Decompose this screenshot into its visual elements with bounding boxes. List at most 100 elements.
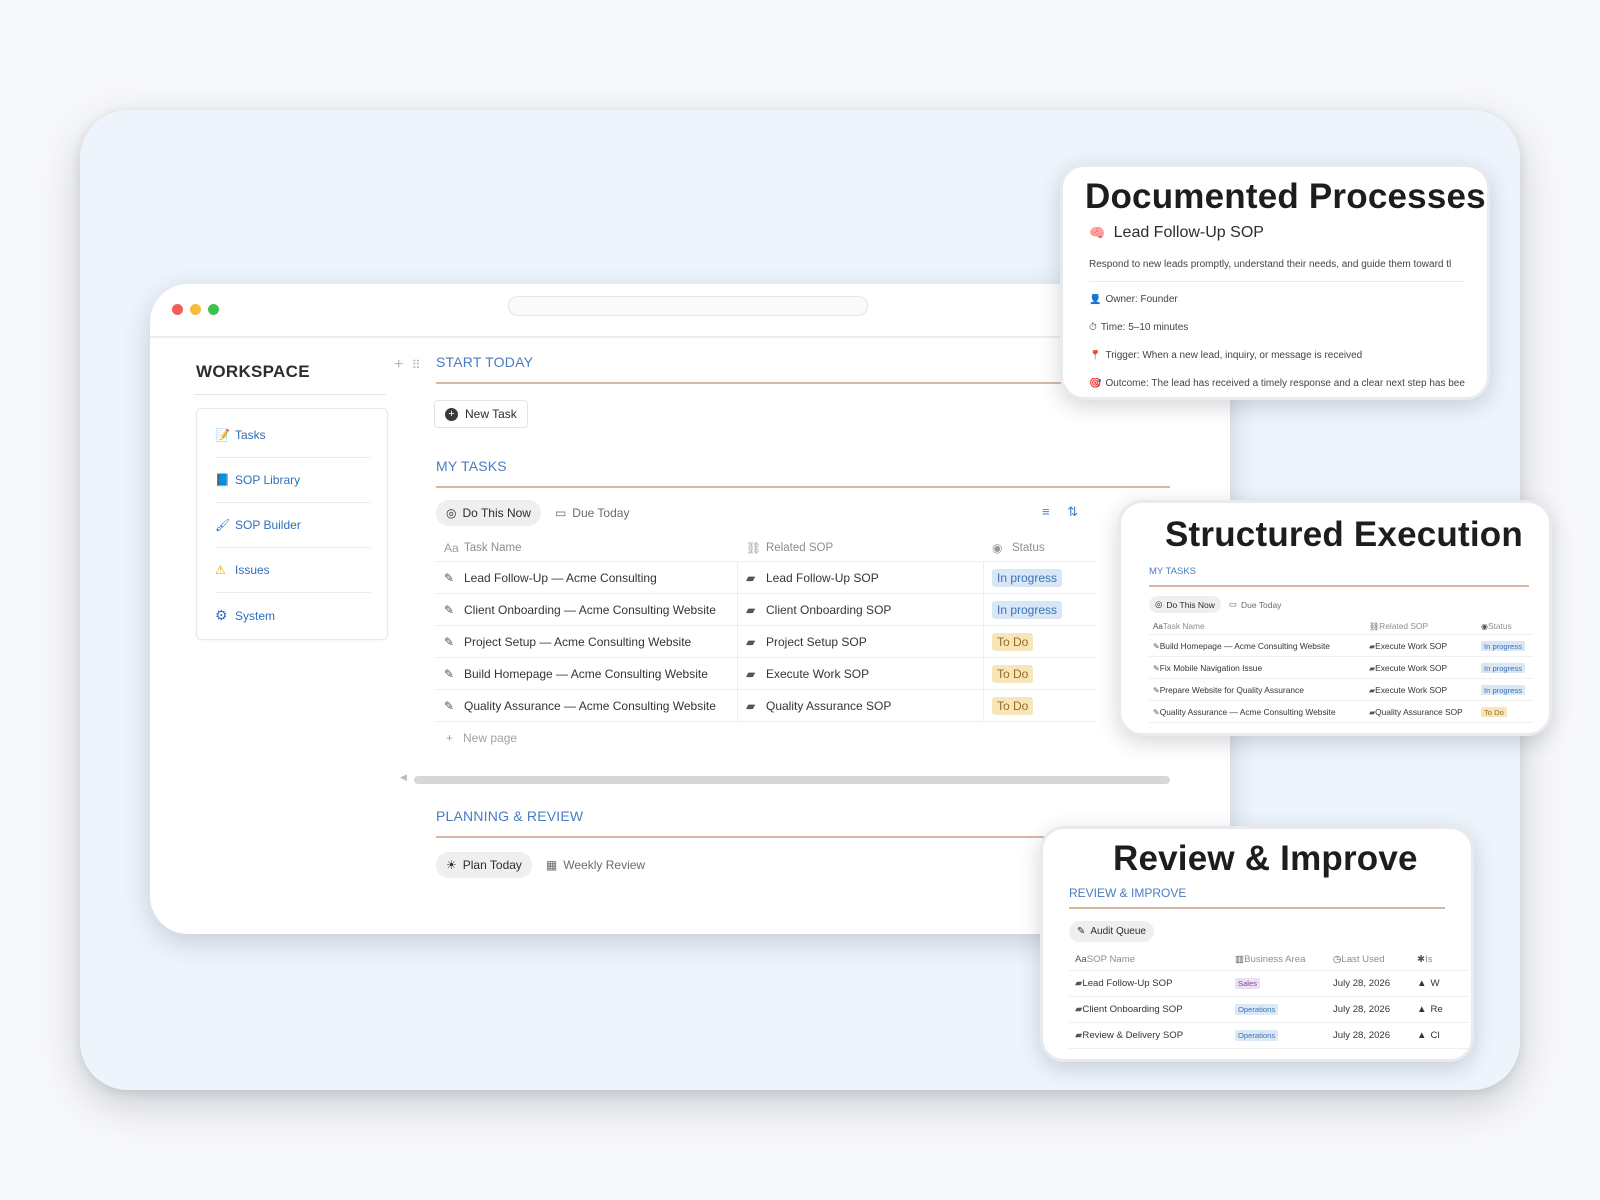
- start-today-heading: START TODAY: [436, 354, 534, 370]
- column-header: Related SOP: [1379, 620, 1429, 631]
- gear-icon: ⚙: [215, 607, 228, 623]
- sidebar-item-tasks[interactable]: 📝 Tasks: [215, 413, 371, 458]
- related-sop[interactable]: Project Setup SOP: [766, 635, 867, 649]
- my-tasks-rule: [1149, 585, 1529, 587]
- horizontal-scrollbar[interactable]: [414, 776, 1170, 784]
- table-row[interactable]: ✎ Lead Follow-Up — Acme Consulting ▰ Lead …: [436, 562, 1096, 594]
- task-name[interactable]: Fix Mobile Navigation Issue: [1160, 663, 1262, 673]
- status-badge[interactable]: In progress: [992, 568, 1063, 587]
- related-sop[interactable]: Quality Assurance SOP: [1375, 707, 1463, 717]
- relation-icon: ⛓: [746, 540, 762, 555]
- sop-title: 🧠 Lead Follow-Up SOP: [1089, 224, 1264, 242]
- field-text: Trigger: When a new lead, inquiry, or me…: [1105, 350, 1363, 361]
- my-tasks-view-tabs: ◎ Do This Now ▭ Due Today: [436, 500, 643, 526]
- status-badge[interactable]: To Do: [1481, 706, 1507, 717]
- task-name[interactable]: Quality Assurance — Acme Consulting Webs…: [464, 699, 716, 713]
- issue-text[interactable]: Re: [1431, 1004, 1443, 1015]
- target-icon: 🎯: [1089, 378, 1102, 389]
- sop-name[interactable]: Client Onboarding SOP: [1082, 1004, 1182, 1015]
- scroll-left-arrow-icon[interactable]: ◀: [400, 772, 407, 783]
- business-area-tag[interactable]: Operations: [1235, 1030, 1279, 1041]
- field-text: Owner: Founder: [1105, 294, 1178, 305]
- related-sop[interactable]: Quality Assurance SOP: [766, 699, 891, 713]
- tab-due-today[interactable]: ▭ Due Today: [1223, 596, 1288, 613]
- tab-due-today[interactable]: ▭ Due Today: [545, 500, 640, 526]
- status-badge[interactable]: To Do: [992, 696, 1034, 715]
- table-row[interactable]: ▰Lead Follow-Up SOP Sales July 28, 2026 …: [1069, 971, 1469, 997]
- close-window-dot[interactable]: [172, 304, 183, 315]
- issue-text[interactable]: W: [1431, 978, 1440, 989]
- task-name[interactable]: Client Onboarding — Acme Consulting Webs…: [464, 603, 716, 617]
- exec-view-tabs: ◎ Do This Now ▭ Due Today: [1149, 596, 1289, 613]
- card-title: Review & Improve: [1113, 839, 1418, 878]
- related-sop[interactable]: Execute Work SOP: [1375, 663, 1447, 673]
- tab-audit-queue[interactable]: ✎ Audit Queue: [1069, 921, 1154, 942]
- address-bar[interactable]: [508, 296, 868, 316]
- plus-circle-icon: +: [445, 407, 458, 421]
- edit-note-icon: ✎: [444, 602, 455, 617]
- sidebar-item-sop-builder[interactable]: 🖌 SOP Builder: [215, 503, 371, 548]
- edit-note-icon: ✎: [1153, 641, 1160, 651]
- table-row[interactable]: ✎Fix Mobile Navigation Issue ▰Execute Wo…: [1149, 657, 1533, 679]
- sop-name[interactable]: Review & Delivery SOP: [1082, 1030, 1183, 1041]
- related-sop[interactable]: Execute Work SOP: [766, 667, 869, 681]
- tab-label: Due Today: [572, 506, 630, 520]
- sop-name[interactable]: Lead Follow-Up SOP: [1082, 978, 1172, 989]
- table-row[interactable]: ▰Client Onboarding SOP Operations July 2…: [1069, 997, 1469, 1023]
- task-name[interactable]: Build Homepage — Acme Consulting Website: [464, 667, 708, 681]
- minimize-window-dot[interactable]: [190, 304, 201, 315]
- table-row[interactable]: ✎Quality Assurance — Acme Consulting Web…: [436, 690, 1096, 722]
- tab-plan-today[interactable]: ☀ Plan Today: [436, 852, 532, 878]
- business-area-tag[interactable]: Sales: [1235, 978, 1260, 989]
- maximize-window-dot[interactable]: [208, 304, 219, 315]
- edit-note-icon: ✎: [444, 634, 455, 649]
- my-tasks-heading: MY TASKS: [1149, 566, 1196, 577]
- status-badge[interactable]: In progress: [1481, 684, 1525, 695]
- table-row[interactable]: ✎Prepare Website for Quality Assurance ▰…: [1149, 679, 1533, 701]
- table-row[interactable]: ✎Build Homepage — Acme Consulting Websit…: [1149, 635, 1533, 657]
- status-badge[interactable]: In progress: [992, 600, 1063, 619]
- related-sop[interactable]: Lead Follow-Up SOP: [766, 571, 879, 585]
- status-badge[interactable]: In progress: [1481, 662, 1525, 673]
- tab-do-this-now[interactable]: ◎ Do This Now: [1149, 596, 1221, 613]
- drag-handle-icon[interactable]: ⠿: [412, 358, 421, 372]
- related-sop[interactable]: Execute Work SOP: [1375, 685, 1447, 695]
- filter-icon[interactable]: ≡: [1042, 504, 1050, 519]
- status-property-icon: ◉: [1481, 621, 1488, 631]
- sidebar-item-issues[interactable]: ⚠ Issues: [215, 548, 371, 593]
- task-name[interactable]: Build Homepage — Acme Consulting Website: [1160, 641, 1330, 651]
- table-row[interactable]: ▰Review & Delivery SOP Operations July 2…: [1069, 1023, 1469, 1049]
- tab-label: Weekly Review: [563, 858, 646, 872]
- task-name[interactable]: Prepare Website for Quality Assurance: [1160, 685, 1304, 695]
- document-icon: ▰: [746, 570, 756, 585]
- column-header: Is: [1425, 954, 1433, 965]
- tab-weekly-review[interactable]: ▦ Weekly Review: [536, 852, 655, 878]
- task-name[interactable]: Lead Follow-Up — Acme Consulting: [464, 571, 657, 585]
- field-text: Time: 5–10 minutes: [1100, 322, 1189, 333]
- issue-text[interactable]: Cl: [1431, 1030, 1440, 1041]
- status-badge[interactable]: In progress: [1481, 640, 1525, 651]
- business-area-tag[interactable]: Operations: [1235, 1004, 1279, 1015]
- tab-do-this-now[interactable]: ◎ Do This Now: [436, 500, 541, 526]
- task-name[interactable]: Project Setup — Acme Consulting Website: [464, 635, 691, 649]
- sort-icon[interactable]: ⇅: [1067, 504, 1078, 519]
- task-name[interactable]: Quality Assurance — Acme Consulting Webs…: [1160, 707, 1336, 717]
- status-badge[interactable]: To Do: [992, 632, 1034, 651]
- table-row[interactable]: ✎Build Homepage — Acme Consulting Websit…: [436, 658, 1096, 690]
- sidebar-item-system[interactable]: ⚙ System: [215, 593, 371, 638]
- new-page-button[interactable]: + New page: [436, 722, 1096, 754]
- sop-description: Respond to new leads promptly, understan…: [1089, 259, 1452, 270]
- new-task-button[interactable]: + New Task: [434, 400, 528, 428]
- sidebar-item-sop-library[interactable]: 📘 SOP Library: [215, 458, 371, 503]
- edit-note-icon: ✎: [1153, 685, 1160, 695]
- table-row[interactable]: ✎Quality Assurance — Acme Consulting Web…: [1149, 701, 1533, 723]
- table-row[interactable]: ✎ Project Setup — Acme Consulting Website…: [436, 626, 1096, 658]
- sop-title-text: Lead Follow-Up SOP: [1113, 224, 1264, 241]
- document-icon: ▰: [746, 666, 756, 681]
- status-badge[interactable]: To Do: [992, 664, 1034, 683]
- related-sop[interactable]: Execute Work SOP: [1375, 641, 1447, 651]
- related-sop[interactable]: Client Onboarding SOP: [766, 603, 891, 617]
- add-icon[interactable]: +: [394, 356, 403, 373]
- table-row[interactable]: ✎ Client Onboarding — Acme Consulting Web…: [436, 594, 1096, 626]
- table-header-row: AaSOP Name ▥Business Area ◷Last Used ✱Is: [1069, 949, 1469, 971]
